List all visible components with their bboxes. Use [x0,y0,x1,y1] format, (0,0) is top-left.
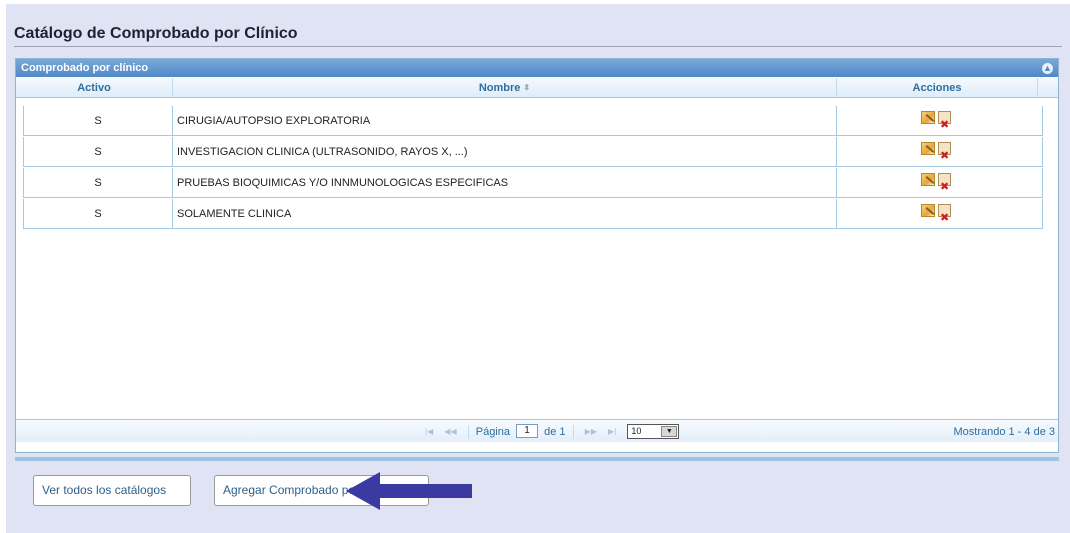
delete-icon[interactable] [938,203,951,233]
page-total-label: de 1 [544,426,566,438]
pager-separator [467,425,469,439]
footer-divider [15,457,1059,461]
edit-icon[interactable] [921,173,935,186]
column-header-nombre[interactable]: Nombre ⬍ [173,78,837,98]
page-label: Página [475,426,510,438]
column-header-label: Acciones [912,82,962,94]
delete-icon[interactable] [938,110,951,140]
row-actions [921,172,961,202]
cell-nombre: PRUEBAS BIOQUIMICAS Y/O INNMUNOLOGICAS E… [173,168,837,198]
row-actions [921,141,961,171]
first-page-icon[interactable]: |◀ [425,424,433,440]
chevron-down-icon[interactable]: ▼ [661,426,678,437]
cell-nombre: CIRUGIA/AUTOPSIO EXPLORATORIA [173,106,837,136]
cell-activo: S [23,199,173,229]
cell-acciones [837,106,1043,140]
cell-nombre: INVESTIGACION CLINICA (ULTRASONIDO, RAYO… [173,137,837,167]
data-grid: Comprobado por clínico ▲ Activo Nombre ⬍ … [15,58,1059,453]
cell-activo: S [23,168,173,198]
page-size-select[interactable]: 10 ▼ [627,424,680,439]
edit-icon[interactable] [921,142,935,155]
column-header-activo[interactable]: Activo [16,78,173,98]
page-title: Catálogo de Comprobado por Clínico [14,25,1062,47]
next-page-icon[interactable]: ▶▶ [585,424,597,440]
prev-page-icon[interactable]: ◀◀ [444,424,456,440]
last-page-icon[interactable]: ▶| [608,424,616,440]
row-actions [921,110,961,140]
table-row[interactable]: S PRUEBAS BIOQUIMICAS Y/O INNMUNOLOGICAS… [23,168,1043,202]
cell-nombre: SOLAMENTE CLINICA [173,199,837,229]
cell-acciones [837,199,1043,233]
grid-header: Activo Nombre ⬍ Acciones [16,78,1058,98]
edit-icon[interactable] [921,111,935,124]
column-header-acciones[interactable]: Acciones [837,78,1038,98]
grid-caption-label: Comprobado por clínico [21,62,149,74]
pager-info: Mostrando 1 - 4 de 3 [953,426,1055,438]
grid-pager: |◀ ◀◀ Página 1 de 1 ▶▶ ▶| 10 ▼ Mostrando… [16,419,1058,442]
table-row[interactable]: S INVESTIGACION CLINICA (ULTRASONIDO, RA… [23,137,1043,171]
page-size-value: 10 [631,426,642,436]
sort-icon[interactable]: ⬍ [523,83,530,92]
cell-activo: S [23,106,173,136]
delete-icon[interactable] [938,172,951,202]
cell-activo: S [23,137,173,167]
table-row[interactable]: S SOLAMENTE CLINICA [23,199,1043,233]
cell-acciones [837,137,1043,171]
column-header-label: Activo [77,82,111,94]
row-actions [921,203,961,233]
delete-icon[interactable] [938,141,951,171]
column-header-label: Nombre [478,82,521,94]
page-number-input[interactable]: 1 [516,424,539,438]
pager-separator [572,425,574,439]
arrow-left-icon [346,472,472,510]
collapse-icon[interactable]: ▲ [1042,63,1053,74]
pager-controls: |◀ ◀◀ Página 1 de 1 ▶▶ ▶| 10 ▼ [421,424,680,440]
table-row[interactable]: S CIRUGIA/AUTOPSIO EXPLORATORIA [23,106,1043,140]
grid-caption: Comprobado por clínico ▲ [16,59,1058,77]
view-all-catalogs-button[interactable]: Ver todos los catálogos [33,475,191,506]
edit-icon[interactable] [921,204,935,217]
cell-acciones [837,168,1043,202]
